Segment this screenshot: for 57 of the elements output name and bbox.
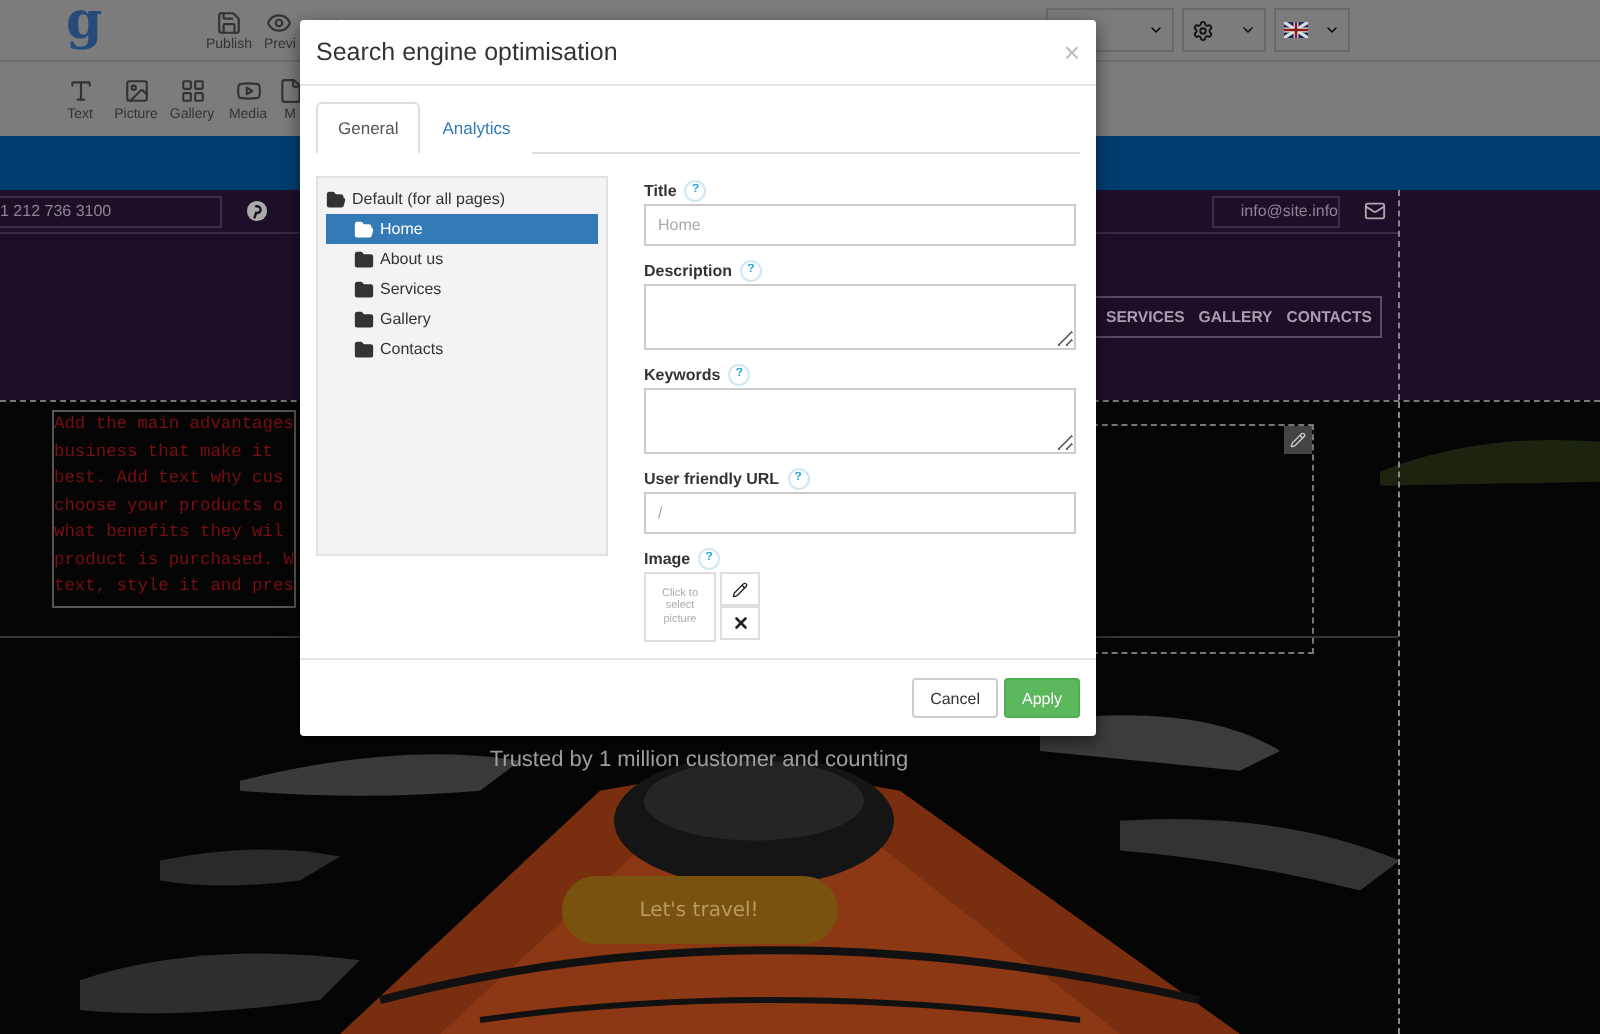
tree-item[interactable]: Services [326,274,598,304]
tab[interactable]: General [316,102,421,154]
cta-button[interactable]: Let's travel! [561,876,837,944]
eye-icon [266,9,293,35]
settings-icon [1192,19,1214,41]
email-address: info@site.info [1212,195,1340,227]
tree-item[interactable]: Contacts [326,334,598,364]
folder-icon [354,249,374,269]
field-label: Image [644,549,691,567]
grid-icon [179,77,205,103]
folder-icon [354,309,374,329]
caret-icon [1240,22,1256,38]
pinterest-icon [246,200,268,222]
text-line: business that make it [54,439,275,465]
caret-icon [1324,22,1340,38]
tagline: Trusted by 1 million customer and counting [489,748,909,772]
page-icon [277,77,303,103]
folder-icon [326,189,346,209]
edit-button[interactable] [1284,426,1312,454]
remove-button[interactable] [720,606,760,640]
edit-button[interactable] [720,572,760,606]
logo: g [66,0,105,52]
text-line: what benefits they wil [54,520,286,546]
caret-icon [1148,22,1164,38]
text-line: Add the main advantages [54,412,294,438]
field-label: Keywords [644,365,721,383]
settings-dropdown[interactable] [1182,8,1266,52]
text-line: text, style it and pres [54,574,294,600]
tree-item[interactable]: About us [326,244,598,274]
text-line: choose your products o [54,493,286,519]
pencil-icon [1290,432,1306,448]
field-label: Description [644,261,733,279]
text-field[interactable]: Home [644,204,1076,246]
tree-item[interactable]: Gallery [326,304,598,334]
text-line: product is purchased. W [54,547,294,573]
text-line: best. Add text why cus [54,466,286,492]
save-icon [215,9,242,35]
mail-icon [1364,200,1386,222]
pencil-icon [732,581,748,597]
text-field[interactable]: / [644,492,1076,534]
apply-button[interactable]: Apply [1003,678,1080,718]
folder-icon [354,219,374,239]
field-label: User friendly URL [644,469,780,487]
close-icon [731,614,749,632]
flag-icon [1284,22,1308,38]
folder-icon [354,279,374,299]
tree-item[interactable]: Default (for all pages) [326,184,598,214]
cancel-button[interactable]: Cancel [912,678,998,718]
language-dropdown[interactable] [1274,8,1350,52]
phone-number: 1 212 736 3100 [0,195,222,227]
folder-icon [354,339,374,359]
dialog-title: Search engine optimisation [316,38,618,66]
field-label: Title [644,181,677,199]
tree-item[interactable]: Home [326,214,598,244]
image-icon [123,77,149,103]
play-icon [235,77,261,103]
type-icon [67,77,93,103]
